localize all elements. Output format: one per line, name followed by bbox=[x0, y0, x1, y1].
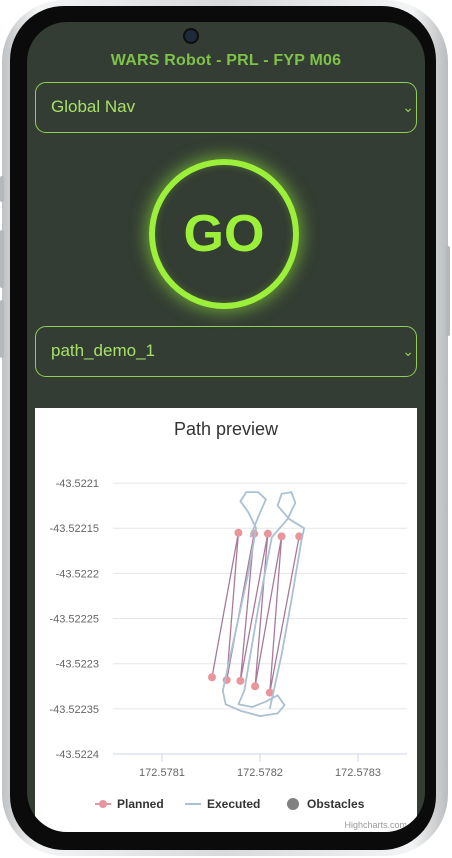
executed-series-line bbox=[221, 491, 305, 717]
x-tick-label: 172.5783 bbox=[335, 767, 381, 779]
app-screen: WARS Robot - PRL - FYP M06 Global Nav ⌄ … bbox=[27, 22, 425, 832]
chevron-down-icon: ⌄ bbox=[402, 343, 414, 359]
chevron-down-icon: ⌄ bbox=[402, 99, 414, 115]
path-preview-chart: Path preview -43.5221 -43.52215 -43.5222 -4… bbox=[35, 408, 417, 832]
planned-point[interactable] bbox=[263, 529, 272, 538]
y-tick-label: -43.52235 bbox=[49, 704, 99, 716]
y-tick-label: -43.5222 bbox=[56, 568, 99, 580]
y-tick-label: -43.5224 bbox=[56, 749, 99, 761]
x-tick-label: 172.5782 bbox=[237, 767, 283, 779]
camera-icon bbox=[185, 30, 197, 42]
legend-label: Obstacles bbox=[307, 797, 365, 811]
side-button-mute bbox=[0, 176, 4, 202]
legend-item-executed[interactable]: Executed bbox=[185, 797, 260, 811]
y-tick-label: -43.52215 bbox=[49, 523, 99, 535]
legend-item-planned[interactable]: Planned bbox=[95, 797, 164, 811]
legend-label: Executed bbox=[207, 797, 260, 811]
chart-credits[interactable]: Highcharts.com bbox=[344, 820, 407, 830]
app-title: WARS Robot - PRL - FYP M06 bbox=[110, 52, 342, 69]
side-button-volume-up bbox=[0, 230, 4, 288]
legend-label: Planned bbox=[117, 797, 164, 811]
navigation-mode-select[interactable]: Global Nav ⌄ bbox=[35, 82, 417, 133]
planned-point[interactable] bbox=[236, 676, 245, 685]
side-button-volume-down bbox=[0, 300, 4, 358]
x-tick-label: 172.5781 bbox=[139, 767, 185, 779]
chart-title: Path preview bbox=[174, 419, 279, 439]
chart-axes: -43.5221 -43.52215 -43.5222 -43.52225 -43.52… bbox=[49, 478, 407, 779]
navigation-mode-value: Global Nav bbox=[51, 97, 136, 116]
chart-legend: Planned Executed Obstacles bbox=[95, 797, 365, 811]
legend-symbol-marker bbox=[99, 800, 107, 808]
chart-grid bbox=[113, 482, 407, 755]
go-button[interactable]: GO bbox=[149, 159, 299, 309]
y-tick-label: -43.52225 bbox=[49, 614, 99, 626]
y-tick-label: -43.5223 bbox=[56, 659, 99, 671]
planned-point[interactable] bbox=[251, 682, 260, 691]
path-select[interactable]: path_demo_1 ⌄ bbox=[35, 326, 417, 377]
planned-point[interactable] bbox=[277, 532, 286, 541]
planned-point[interactable] bbox=[207, 673, 216, 682]
side-button-power bbox=[446, 246, 450, 336]
chart-svg: Path preview -43.5221-43.52215-43.5222-4… bbox=[49, 419, 407, 830]
y-tick-label: -43.5221 bbox=[56, 478, 99, 490]
legend-symbol-marker bbox=[287, 798, 299, 810]
planned-series-line bbox=[211, 532, 300, 693]
path-select-value: path_demo_1 bbox=[51, 341, 155, 360]
legend-item-obstacles[interactable]: Obstacles bbox=[287, 797, 365, 811]
planned-point[interactable] bbox=[234, 528, 243, 537]
chart-series bbox=[207, 491, 305, 717]
